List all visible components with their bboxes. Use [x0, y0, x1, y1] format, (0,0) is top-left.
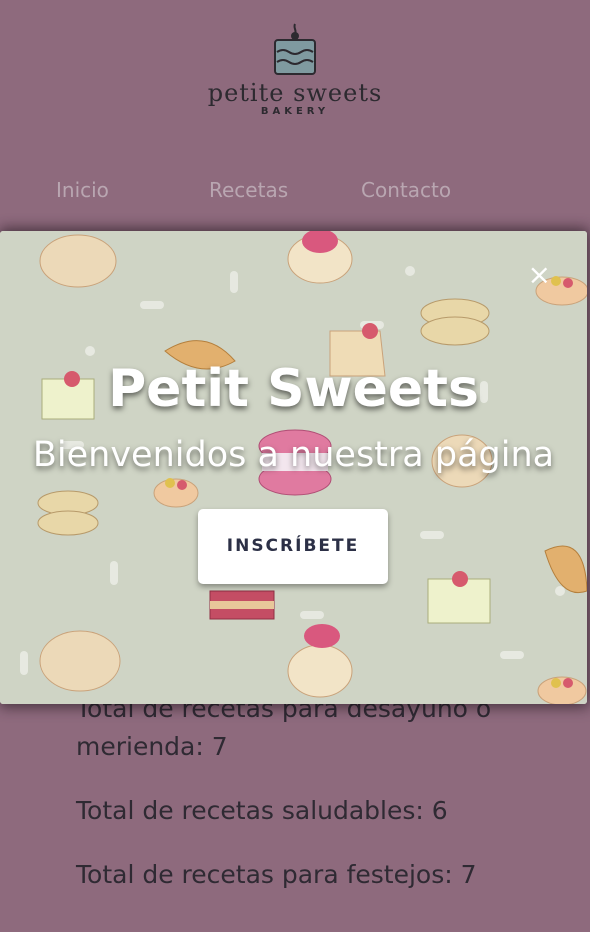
cake-icon: [274, 23, 316, 75]
welcome-modal: × Petit Sweets Bienvenidos a nuestra pág…: [0, 231, 587, 704]
modal-title: Petit Sweets: [108, 359, 479, 419]
close-icon[interactable]: ×: [528, 261, 551, 289]
nav-item-recetas[interactable]: Recetas: [209, 178, 288, 202]
logo[interactable]: petite sweets BAKERY: [205, 22, 385, 127]
logo-name: petite sweets: [207, 79, 383, 107]
subscribe-button[interactable]: INSCRÍBETE: [198, 509, 388, 584]
nav-item-inicio[interactable]: Inicio: [56, 178, 109, 202]
recipe-stats: Total de recetas para desayuno o meriend…: [76, 690, 546, 920]
nav-item-contacto[interactable]: Contacto: [361, 178, 451, 202]
stat-celebrations: Total de recetas para festejos: 7: [76, 860, 477, 889]
stat-healthy: Total de recetas saludables: 6: [76, 796, 448, 825]
main-nav: Inicio Recetas Contacto: [0, 178, 590, 208]
logo-subtitle: BAKERY: [260, 106, 330, 117]
modal-subtitle: Bienvenidos a nuestra página: [32, 435, 555, 475]
